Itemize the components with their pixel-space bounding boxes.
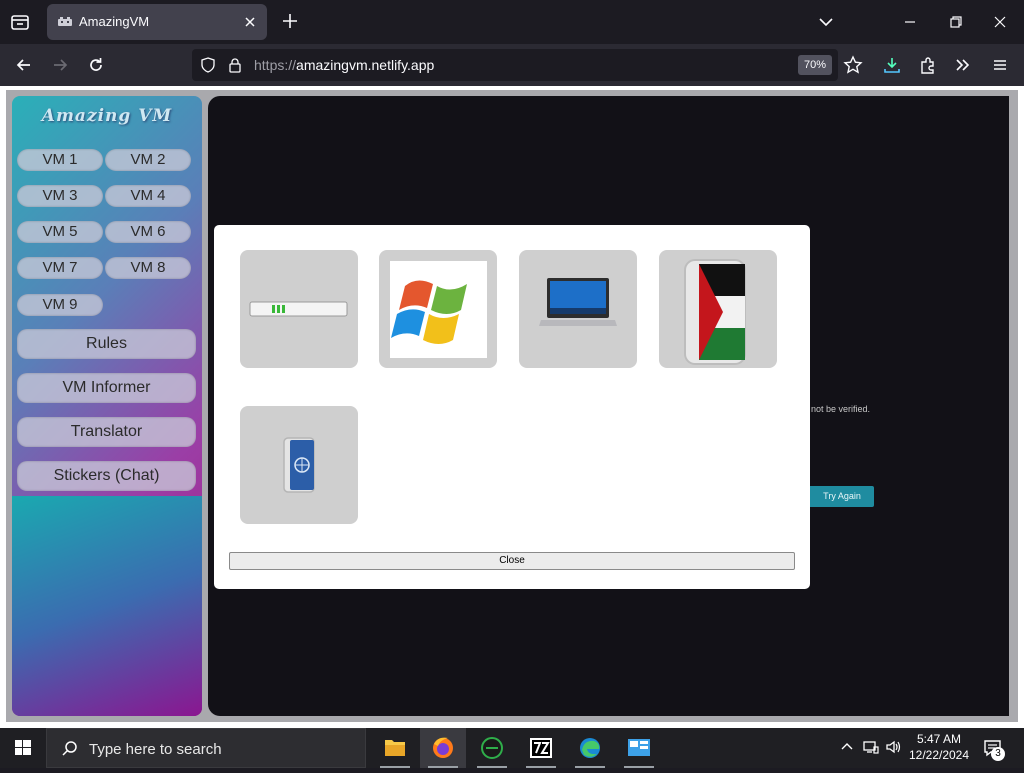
os-select-modal: Close <box>214 225 810 589</box>
zoom-level-badge[interactable]: 70% <box>797 55 832 75</box>
browser-tab[interactable]: AmazingVM <box>47 4 267 40</box>
restore-icon[interactable] <box>946 12 966 32</box>
tab-close-icon[interactable] <box>241 13 259 31</box>
lock-icon[interactable] <box>227 57 243 73</box>
url-host: amazingvm.netlify.app <box>296 57 435 73</box>
terminal-app-icon <box>481 737 503 759</box>
extensions-puzzle-icon[interactable] <box>918 55 938 75</box>
taskbar-control-panel[interactable] <box>616 728 662 768</box>
back-arrow-icon[interactable] <box>14 55 34 75</box>
edge-icon <box>580 738 600 758</box>
start-button[interactable] <box>0 728 46 768</box>
tab-list-icon <box>11 15 29 30</box>
reload-icon[interactable] <box>86 55 106 75</box>
palestine-flag-icon <box>684 259 746 365</box>
vm-2-button[interactable]: VM 2 <box>105 149 191 171</box>
url-scheme: https:// <box>254 57 297 73</box>
windows-taskbar: Type here to search 5:47 AM 12/22/2024 3 <box>0 728 1024 768</box>
os-tile-laptop[interactable] <box>519 250 637 368</box>
window-close-icon[interactable] <box>990 12 1010 32</box>
taskbar-file-explorer[interactable] <box>372 728 418 768</box>
verification-message: not be verified. <box>811 404 871 414</box>
search-placeholder: Type here to search <box>89 741 222 758</box>
taskbar-edge[interactable] <box>567 728 613 768</box>
laptop-icon <box>539 278 617 326</box>
firefox-icon <box>433 737 453 758</box>
minimize-icon[interactable] <box>900 12 920 32</box>
chevron-up-icon[interactable] <box>838 738 856 756</box>
un-flag-icon <box>283 437 315 493</box>
browser-tab-bar: AmazingVM <box>0 0 1024 44</box>
taskbar-7zip[interactable] <box>518 728 564 768</box>
clock-time: 5:47 AM <box>916 732 962 746</box>
os-tile-flag[interactable] <box>659 250 777 368</box>
tab-list-button[interactable] <box>8 10 32 34</box>
site-logo: Amazing VM <box>41 106 173 126</box>
bookmark-star-icon[interactable] <box>843 55 863 75</box>
new-tab-icon[interactable] <box>280 11 300 31</box>
7zip-icon <box>530 738 552 758</box>
folder-icon <box>385 740 405 756</box>
taskbar-firefox[interactable] <box>420 728 466 768</box>
vm-9-button[interactable]: VM 9 <box>17 294 103 316</box>
vm-5-button[interactable]: VM 5 <box>17 221 103 243</box>
volume-icon[interactable] <box>885 738 903 756</box>
windows-flag-icon <box>390 261 487 358</box>
forward-arrow-icon[interactable] <box>50 55 70 75</box>
search-icon <box>62 741 77 756</box>
vm-8-button[interactable]: VM 8 <box>105 257 191 279</box>
taskbar-terminal-app[interactable] <box>469 728 515 768</box>
translator-button[interactable]: Translator <box>17 417 196 447</box>
vm-4-button[interactable]: VM 4 <box>105 185 191 207</box>
sidebar: Amazing VM VM 1 VM 2 VM 3 VM 4 VM 5 VM 6… <box>12 96 202 716</box>
address-bar[interactable]: https://amazingvm.netlify.app 70% <box>192 49 838 81</box>
clock-date: 12/22/2024 <box>908 748 970 762</box>
browser-nav-bar: https://amazingvm.netlify.app 70% <box>0 44 1024 86</box>
chevron-down-icon[interactable] <box>816 12 836 32</box>
os-tile-un[interactable] <box>240 406 358 524</box>
vm-3-button[interactable]: VM 3 <box>17 185 103 207</box>
vm-1-button[interactable]: VM 1 <box>17 149 103 171</box>
vm-6-button[interactable]: VM 6 <box>105 221 191 243</box>
stickers-chat-button[interactable]: Stickers (Chat) <box>17 461 196 491</box>
download-icon[interactable] <box>882 55 902 75</box>
network-icon[interactable] <box>862 738 880 756</box>
control-panel-icon <box>628 739 650 756</box>
site-favicon-icon <box>58 17 72 26</box>
taskbar-search-box[interactable]: Type here to search <box>46 728 366 768</box>
sidebar-lower-panel <box>12 496 202 716</box>
tracking-shield-icon[interactable] <box>200 57 216 73</box>
try-again-button[interactable]: Try Again <box>810 486 874 507</box>
notification-count-badge: 3 <box>991 747 1005 761</box>
loading-bar-icon <box>249 301 348 317</box>
hamburger-menu-icon[interactable] <box>990 55 1010 75</box>
rules-button[interactable]: Rules <box>17 329 196 359</box>
os-tile-windows[interactable] <box>379 250 497 368</box>
vm-7-button[interactable]: VM 7 <box>17 257 103 279</box>
windows-logo-icon <box>15 740 31 755</box>
url-text: https://amazingvm.netlify.app <box>254 57 434 73</box>
system-clock[interactable]: 5:47 AM 12/22/2024 <box>906 731 972 763</box>
tab-title: AmazingVM <box>79 14 150 29</box>
double-chevron-icon[interactable] <box>953 55 973 75</box>
vm-informer-button[interactable]: VM Informer <box>17 373 196 403</box>
os-tile-loading[interactable] <box>240 250 358 368</box>
modal-close-button[interactable]: Close <box>229 552 795 570</box>
